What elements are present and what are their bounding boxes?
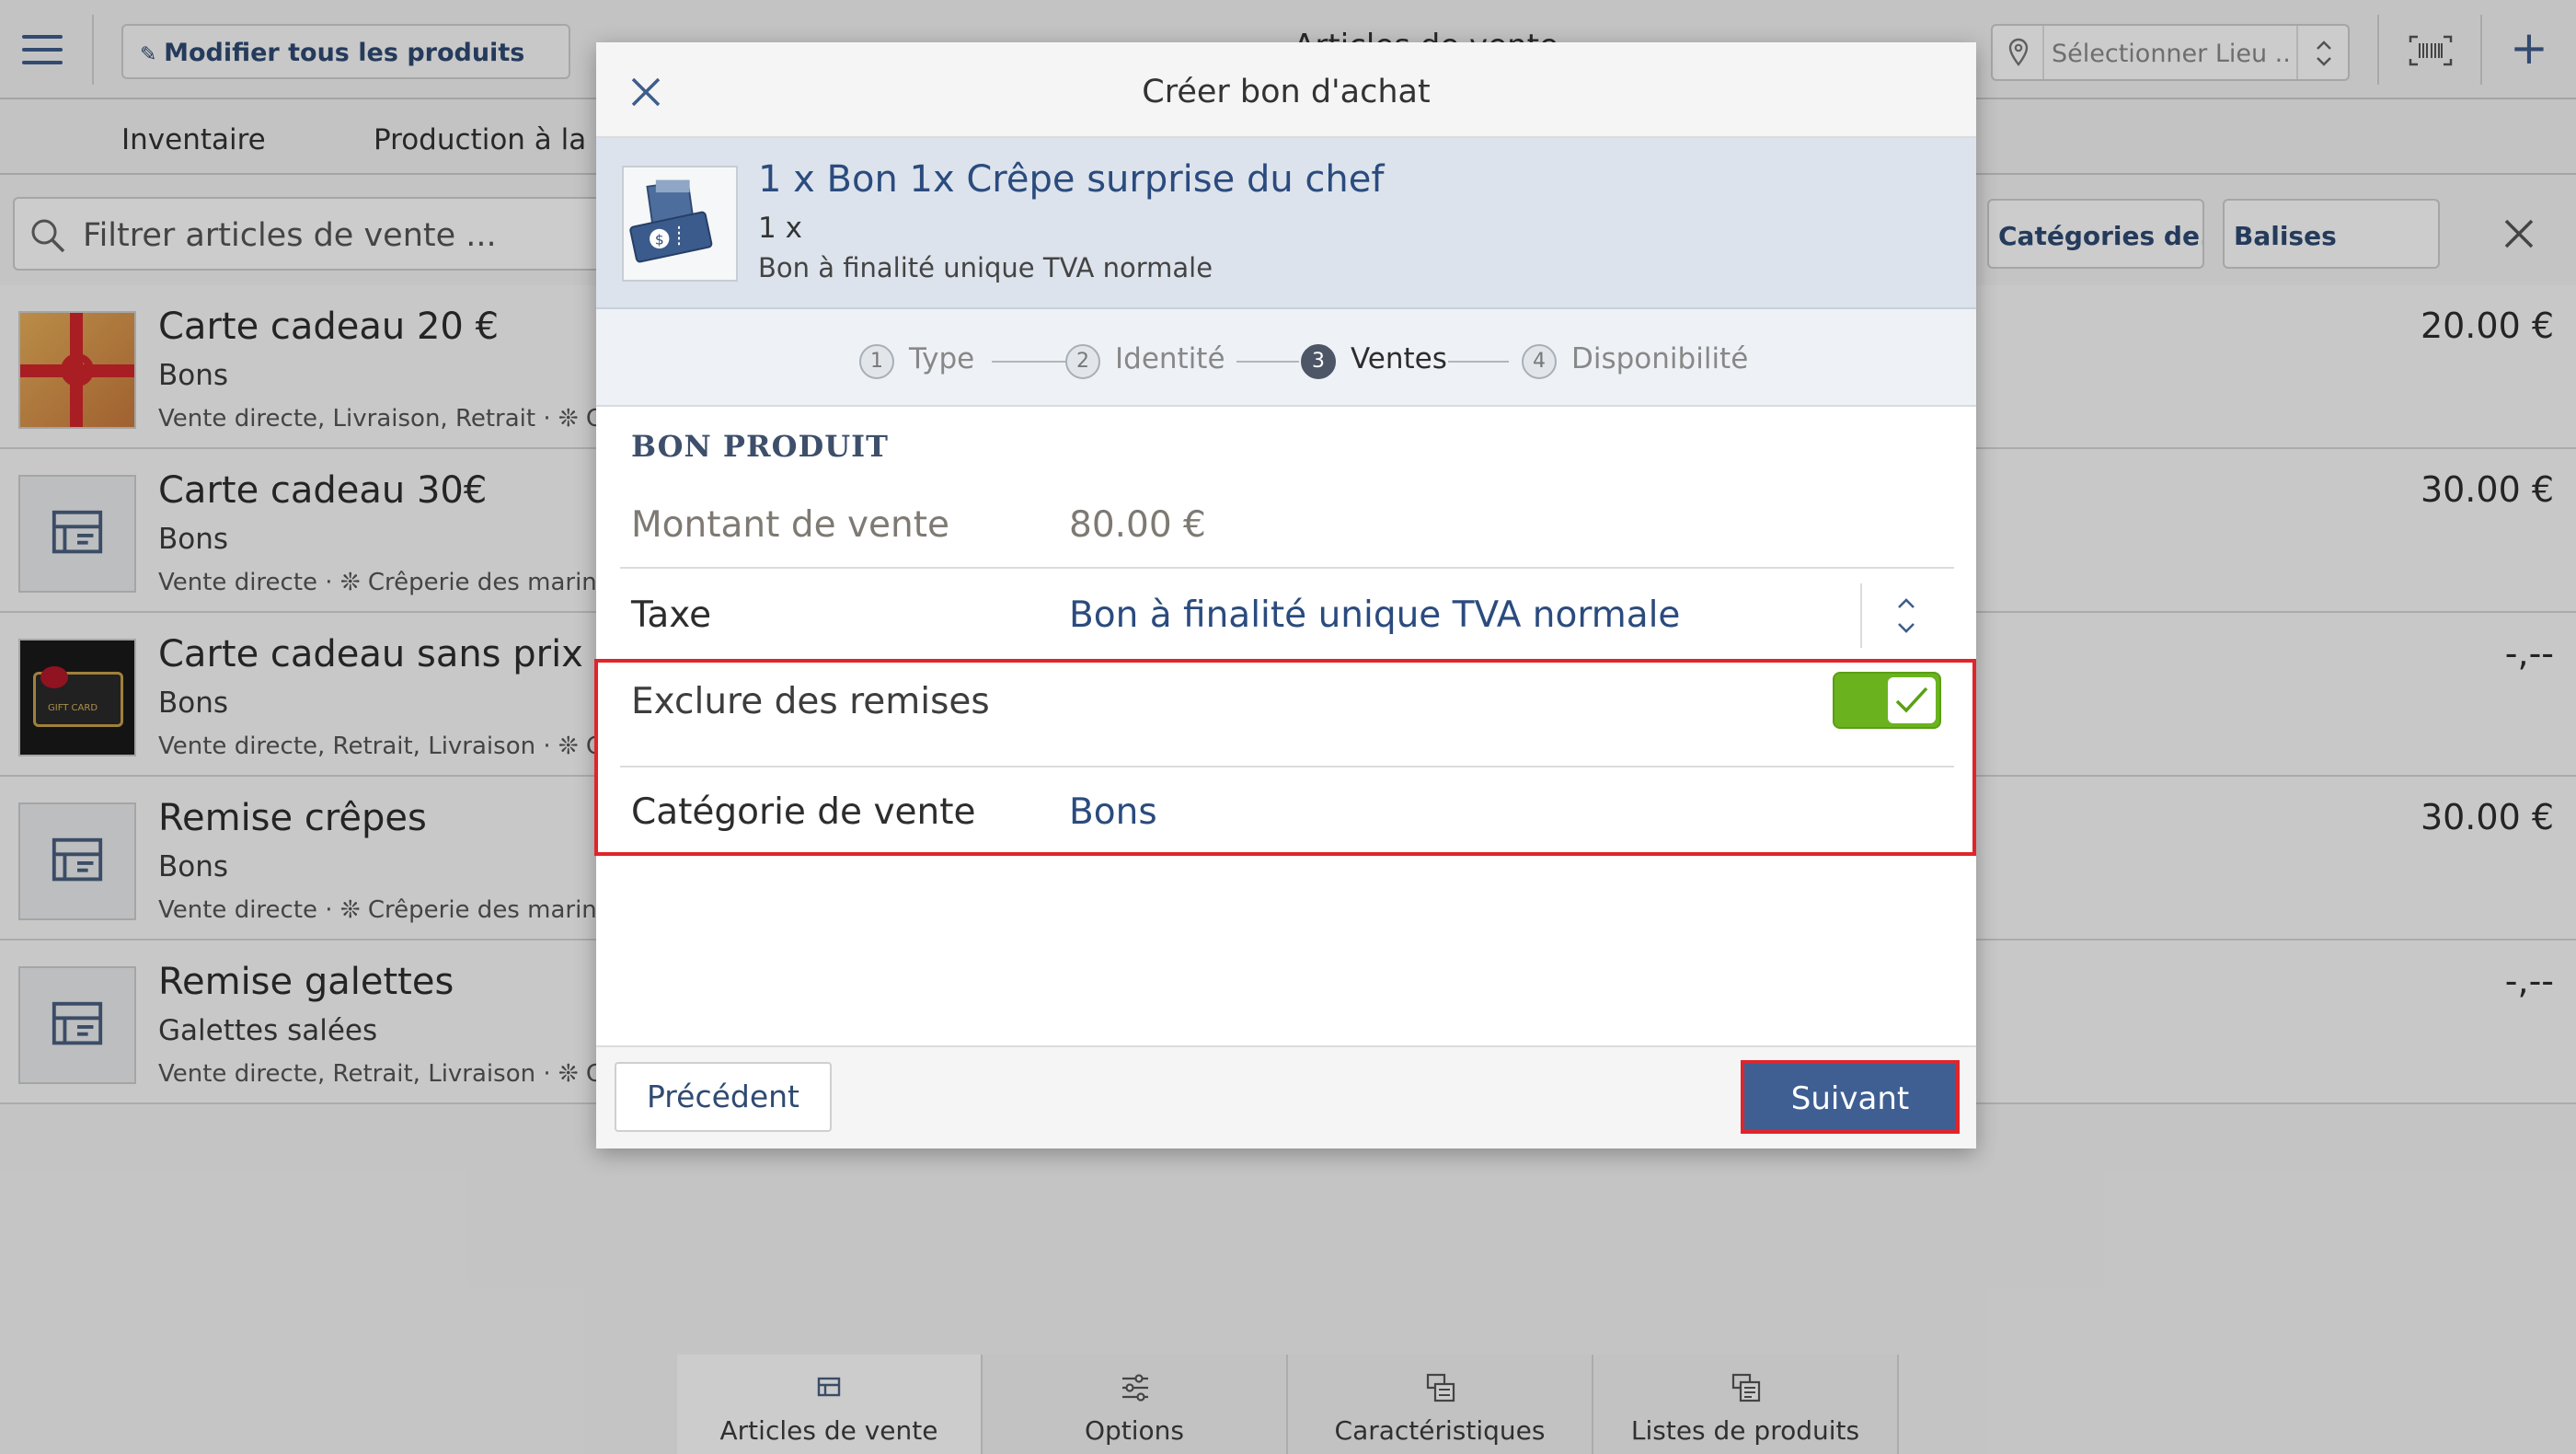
amount-label: Montant de vente bbox=[631, 504, 950, 546]
sales-category-label: Catégorie de vente bbox=[631, 791, 976, 833]
chevron-updown-icon[interactable] bbox=[1892, 593, 1921, 639]
voucher-product-icon: $ bbox=[622, 166, 738, 282]
step-ventes[interactable]: Ventes bbox=[1351, 342, 1447, 375]
svg-text:$: $ bbox=[655, 231, 664, 248]
voucher-quantity: 1 x bbox=[758, 212, 802, 245]
next-button[interactable]: Suivant bbox=[1741, 1060, 1960, 1134]
step-2-number[interactable]: 2 bbox=[1065, 344, 1100, 379]
tax-select[interactable]: Bon à finalité unique TVA normale bbox=[1069, 594, 1680, 636]
voucher-product-name: 1 x Bon 1x Crêpe surprise du chef bbox=[758, 158, 1385, 201]
exclude-discounts-toggle[interactable] bbox=[1833, 672, 1941, 729]
sales-category-select[interactable]: Bons bbox=[1069, 791, 1157, 833]
amount-value: 80.00 € bbox=[1069, 504, 1206, 546]
wizard-steps bbox=[596, 309, 1976, 407]
exclude-discounts-label: Exclure des remises bbox=[631, 681, 990, 722]
voucher-tax-summary: Bon à finalité unique TVA normale bbox=[758, 252, 1213, 283]
check-icon bbox=[1895, 687, 1928, 713]
step-3-number[interactable]: 3 bbox=[1301, 344, 1336, 379]
tax-label: Taxe bbox=[631, 594, 712, 636]
step-disponibilite[interactable]: Disponibilité bbox=[1571, 342, 1748, 375]
previous-button[interactable]: Précédent bbox=[615, 1062, 832, 1132]
dialog-title: Créer bon d'achat bbox=[1142, 74, 1431, 110]
step-1-number[interactable]: 1 bbox=[859, 344, 894, 379]
section-title: BON PRODUIT bbox=[631, 429, 889, 464]
step-identite[interactable]: Identité bbox=[1115, 342, 1225, 375]
step-type[interactable]: Type bbox=[909, 342, 974, 375]
step-4-number[interactable]: 4 bbox=[1522, 344, 1557, 379]
